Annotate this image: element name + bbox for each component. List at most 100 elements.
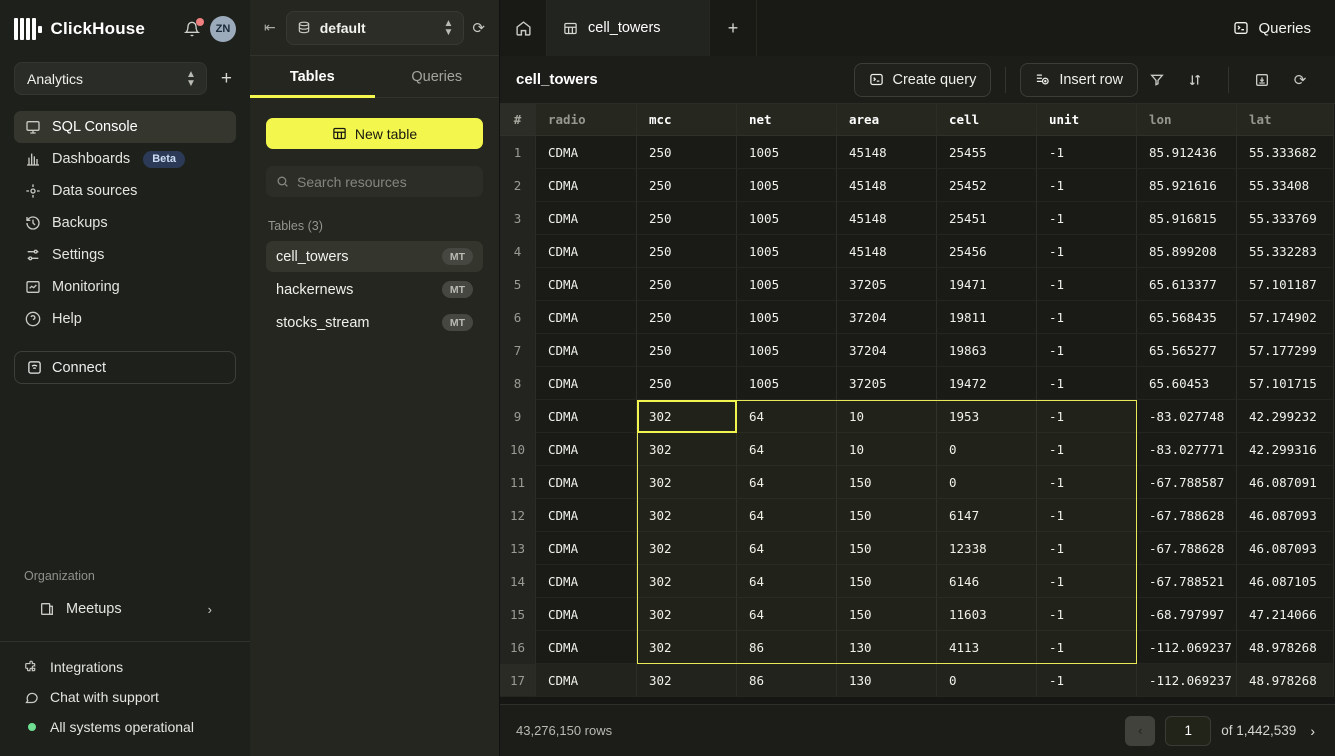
refresh-tables-icon[interactable]: ⟳	[472, 19, 485, 37]
table-cell[interactable]: 45148	[837, 235, 937, 268]
table-cell[interactable]: CDMA	[536, 169, 637, 202]
table-cell[interactable]: 0	[937, 466, 1037, 499]
table-cell[interactable]: 250	[637, 301, 737, 334]
table-cell[interactable]: 1005	[737, 169, 837, 202]
table-cell[interactable]: 10	[837, 400, 937, 433]
table-cell[interactable]: -1	[1037, 367, 1137, 400]
column-header-cell[interactable]: cell	[937, 104, 1037, 136]
table-cell[interactable]: -1	[1037, 301, 1137, 334]
prev-page-button[interactable]: ‹	[1125, 716, 1155, 746]
column-header-lat[interactable]: lat	[1237, 104, 1334, 136]
table-cell[interactable]: -1	[1037, 202, 1137, 235]
table-cell[interactable]: -83.027771	[1137, 433, 1237, 466]
table-cell[interactable]: 19471	[937, 268, 1037, 301]
table-cell[interactable]: CDMA	[536, 202, 637, 235]
table-cell[interactable]: 57.101187	[1237, 268, 1334, 301]
table-cell[interactable]: -1	[1037, 400, 1137, 433]
table-cell[interactable]: 55.332283	[1237, 235, 1334, 268]
integrations-link[interactable]: Integrations	[0, 652, 250, 682]
sidebar-item-backups[interactable]: Backups	[14, 207, 236, 239]
table-cell[interactable]: 150	[837, 598, 937, 631]
table-cell[interactable]: 302	[637, 565, 737, 598]
table-cell[interactable]: 1005	[737, 334, 837, 367]
sort-icon[interactable]	[1176, 63, 1214, 97]
table-cell[interactable]: 25451	[937, 202, 1037, 235]
table-cell[interactable]: 302	[637, 664, 737, 697]
table-cell[interactable]: 1005	[737, 235, 837, 268]
chat-support-link[interactable]: Chat with support	[0, 682, 250, 712]
table-cell[interactable]: -1	[1037, 532, 1137, 565]
table-cell[interactable]: 1005	[737, 367, 837, 400]
sidebar-item-dashboards[interactable]: Dashboards Beta	[14, 143, 236, 175]
table-cell[interactable]: -1	[1037, 565, 1137, 598]
table-cell[interactable]: 130	[837, 664, 937, 697]
sidebar-item-sql-console[interactable]: SQL Console	[14, 111, 236, 143]
table-cell[interactable]: 150	[837, 499, 937, 532]
table-cell[interactable]: -67.788587	[1137, 466, 1237, 499]
table-cell[interactable]: 37204	[837, 334, 937, 367]
search-resources-input[interactable]	[297, 174, 473, 190]
table-cell[interactable]: 25455	[937, 136, 1037, 169]
table-cell[interactable]: CDMA	[536, 565, 637, 598]
table-cell[interactable]: 65.60453	[1137, 367, 1237, 400]
table-cell[interactable]: 42.299316	[1237, 433, 1334, 466]
table-cell[interactable]: -68.797997	[1137, 598, 1237, 631]
service-selector[interactable]: Analytics ▲▼	[14, 62, 207, 95]
table-cell[interactable]: 64	[737, 565, 837, 598]
table-cell[interactable]: -1	[1037, 664, 1137, 697]
column-header-rownum[interactable]: #	[500, 104, 536, 136]
table-cell[interactable]: 64	[737, 532, 837, 565]
table-cell[interactable]: 86	[737, 631, 837, 664]
table-cell[interactable]: 85.912436	[1137, 136, 1237, 169]
search-resources-box[interactable]	[266, 166, 483, 197]
table-cell[interactable]: 25452	[937, 169, 1037, 202]
table-cell[interactable]: 0	[937, 664, 1037, 697]
table-cell[interactable]: 250	[637, 235, 737, 268]
create-query-button[interactable]: Create query	[854, 63, 992, 97]
table-cell[interactable]: 55.333682	[1237, 136, 1334, 169]
table-cell[interactable]: 302	[637, 532, 737, 565]
table-cell[interactable]: CDMA	[536, 433, 637, 466]
download-icon[interactable]	[1243, 63, 1281, 97]
table-cell[interactable]: 46.087091	[1237, 466, 1334, 499]
sidebar-item-monitoring[interactable]: Monitoring	[14, 271, 236, 303]
queries-button[interactable]: Queries	[1209, 0, 1335, 56]
table-cell[interactable]: 48.978268	[1237, 664, 1334, 697]
tab-cell-towers[interactable]: cell_towers	[547, 0, 710, 56]
table-cell[interactable]: CDMA	[536, 598, 637, 631]
system-status[interactable]: All systems operational	[0, 712, 250, 742]
table-cell[interactable]: 46.087093	[1237, 499, 1334, 532]
table-cell[interactable]: 57.174902	[1237, 301, 1334, 334]
table-cell[interactable]: 130	[837, 631, 937, 664]
table-cell[interactable]: 302	[637, 433, 737, 466]
table-cell[interactable]: 37205	[837, 268, 937, 301]
column-header-net[interactable]: net	[737, 104, 837, 136]
table-cell[interactable]: 25456	[937, 235, 1037, 268]
table-cell[interactable]: 150	[837, 532, 937, 565]
table-cell[interactable]: 55.33408	[1237, 169, 1334, 202]
notifications-bell-icon[interactable]	[184, 21, 200, 37]
table-cell[interactable]: 85.921616	[1137, 169, 1237, 202]
table-cell[interactable]: -112.069237	[1137, 664, 1237, 697]
table-cell[interactable]: CDMA	[536, 367, 637, 400]
table-cell[interactable]: CDMA	[536, 631, 637, 664]
table-cell[interactable]: 150	[837, 466, 937, 499]
table-cell[interactable]: CDMA	[536, 466, 637, 499]
table-cell[interactable]: 302	[637, 400, 737, 433]
table-cell[interactable]: -83.027748	[1137, 400, 1237, 433]
table-cell[interactable]: 19472	[937, 367, 1037, 400]
table-list-item-hackernews[interactable]: hackernews MT	[266, 274, 483, 305]
tab-tables[interactable]: Tables	[250, 56, 375, 97]
table-cell[interactable]: 64	[737, 499, 837, 532]
sidebar-item-settings[interactable]: Settings	[14, 239, 236, 271]
table-cell[interactable]: CDMA	[536, 301, 637, 334]
table-cell[interactable]: -1	[1037, 598, 1137, 631]
table-cell[interactable]: 42.299232	[1237, 400, 1334, 433]
collapse-panel-icon[interactable]: ⇤	[264, 19, 276, 36]
table-cell[interactable]: -67.788628	[1137, 532, 1237, 565]
table-cell[interactable]: 57.101715	[1237, 367, 1334, 400]
table-cell[interactable]: 10	[837, 433, 937, 466]
table-cell[interactable]: 1005	[737, 202, 837, 235]
table-cell[interactable]: 12338	[937, 532, 1037, 565]
table-cell[interactable]: CDMA	[536, 334, 637, 367]
